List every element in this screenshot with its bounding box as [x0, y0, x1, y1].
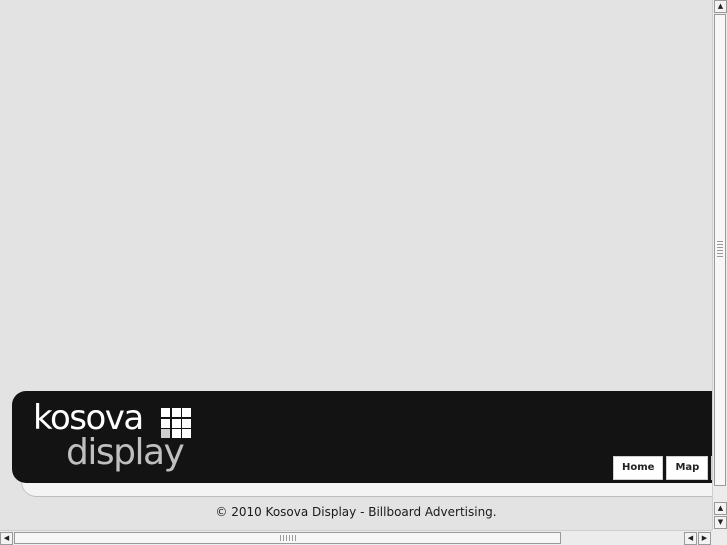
grip-icon: [280, 535, 296, 541]
scrollbar-corner: [712, 530, 727, 545]
nav-home-button[interactable]: Home: [613, 456, 664, 480]
arrow-down-icon[interactable]: ▼: [714, 516, 727, 529]
nav-map-button[interactable]: Map: [666, 456, 709, 480]
horizontal-scrollbar[interactable]: ◀ ◀ ▶: [0, 530, 712, 545]
page-viewport: kosova display Home Map © 2010 Kosova Di…: [0, 0, 712, 530]
arrow-left-icon[interactable]: ◀: [684, 532, 697, 545]
vertical-scrollbar[interactable]: ▲ ▲ ▼: [712, 0, 727, 530]
grip-icon: [717, 241, 723, 257]
site-logo[interactable]: kosova display: [33, 401, 213, 471]
vertical-scroll-thumb[interactable]: [714, 14, 726, 486]
footer-copyright: © 2010 Kosova Display - Billboard Advert…: [215, 505, 497, 519]
arrow-up-icon[interactable]: ▲: [714, 502, 727, 515]
logo-word-display: display: [66, 432, 185, 473]
logo-word-kosova: kosova: [33, 398, 144, 438]
main-nav: Home Map: [613, 456, 712, 480]
arrow-right-icon[interactable]: ▶: [698, 532, 711, 545]
arrow-left-icon[interactable]: ◀: [0, 532, 13, 545]
horizontal-scroll-thumb[interactable]: [14, 532, 561, 544]
site-header-banner: kosova display Home Map: [12, 391, 712, 483]
arrow-up-icon[interactable]: ▲: [714, 0, 727, 13]
